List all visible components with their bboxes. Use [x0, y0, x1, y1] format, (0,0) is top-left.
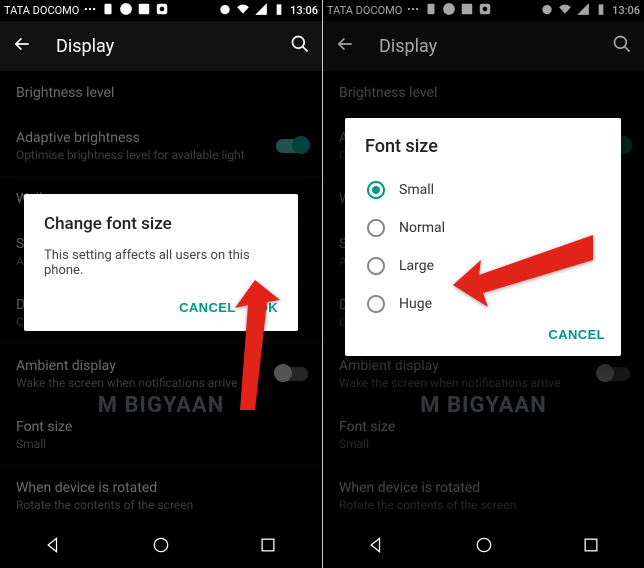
radio-icon: [367, 295, 385, 313]
radio-icon: [367, 181, 385, 199]
font-size-dialog: Font size Small Normal Large Huge CANCEL: [345, 118, 621, 356]
radio-large[interactable]: Large: [361, 247, 605, 285]
ambient-switch[interactable]: [276, 367, 308, 381]
image-icon: [137, 2, 151, 19]
dialog-title: Change font size: [44, 214, 278, 234]
nav-bar: [323, 526, 644, 568]
clock-label: 13:06: [290, 4, 318, 17]
radio-small[interactable]: Small: [361, 171, 605, 209]
radio-normal[interactable]: Normal: [361, 209, 605, 247]
watermark: M BIGYAAN: [98, 393, 225, 418]
item-adaptive-brightness[interactable]: Adaptive brightness Optimise brightness …: [0, 116, 322, 177]
whatsapp-icon: [119, 2, 133, 19]
screenshot-right: TATA DOCOMO 13:06 Display Brightnes: [322, 0, 644, 568]
wifi-icon: [236, 2, 250, 19]
cancel-button[interactable]: CANCEL: [548, 327, 605, 342]
back-arrow-icon[interactable]: [12, 34, 32, 58]
header-title: Display: [56, 36, 114, 57]
signal-icon: [254, 2, 268, 19]
cancel-button[interactable]: CANCEL: [179, 300, 236, 315]
radio-icon: [367, 257, 385, 275]
nav-home-icon[interactable]: [151, 535, 171, 559]
ok-button[interactable]: OK: [258, 300, 278, 315]
screenshot-left: TATA DOCOMO 13:06 Display: [0, 0, 322, 568]
search-icon[interactable]: [290, 34, 310, 58]
nav-recent-icon[interactable]: [258, 535, 278, 559]
item-brightness[interactable]: Brightness level: [0, 71, 322, 116]
dialog-body: This setting affects all users on this p…: [44, 248, 278, 278]
nav-recent-icon[interactable]: [581, 535, 601, 559]
carrier-label: TATA DOCOMO: [4, 4, 79, 17]
nav-home-icon[interactable]: [474, 535, 494, 559]
nav-bar: [0, 526, 322, 568]
radio-icon: [367, 219, 385, 237]
dialog-title: Font size: [361, 136, 605, 157]
alarm-icon: [218, 2, 232, 19]
radio-huge[interactable]: Huge: [361, 285, 605, 323]
font-size-radiogroup: Small Normal Large Huge: [361, 171, 605, 323]
item-rotate[interactable]: When device is rotated Rotate the conten…: [0, 466, 322, 526]
nav-back-icon[interactable]: [44, 535, 64, 559]
watermark: M BIGYAAN: [420, 393, 547, 418]
more-icon: [83, 2, 97, 19]
adaptive-switch[interactable]: [276, 139, 308, 153]
status-bar: TATA DOCOMO 13:06: [0, 0, 322, 21]
sim-icon: [101, 2, 115, 19]
instagram-icon: [155, 2, 169, 19]
battery-icon: [272, 2, 286, 19]
app-header: Display: [0, 21, 322, 71]
change-font-size-dialog: Change font size This setting affects al…: [24, 194, 298, 331]
nav-back-icon[interactable]: [367, 535, 387, 559]
